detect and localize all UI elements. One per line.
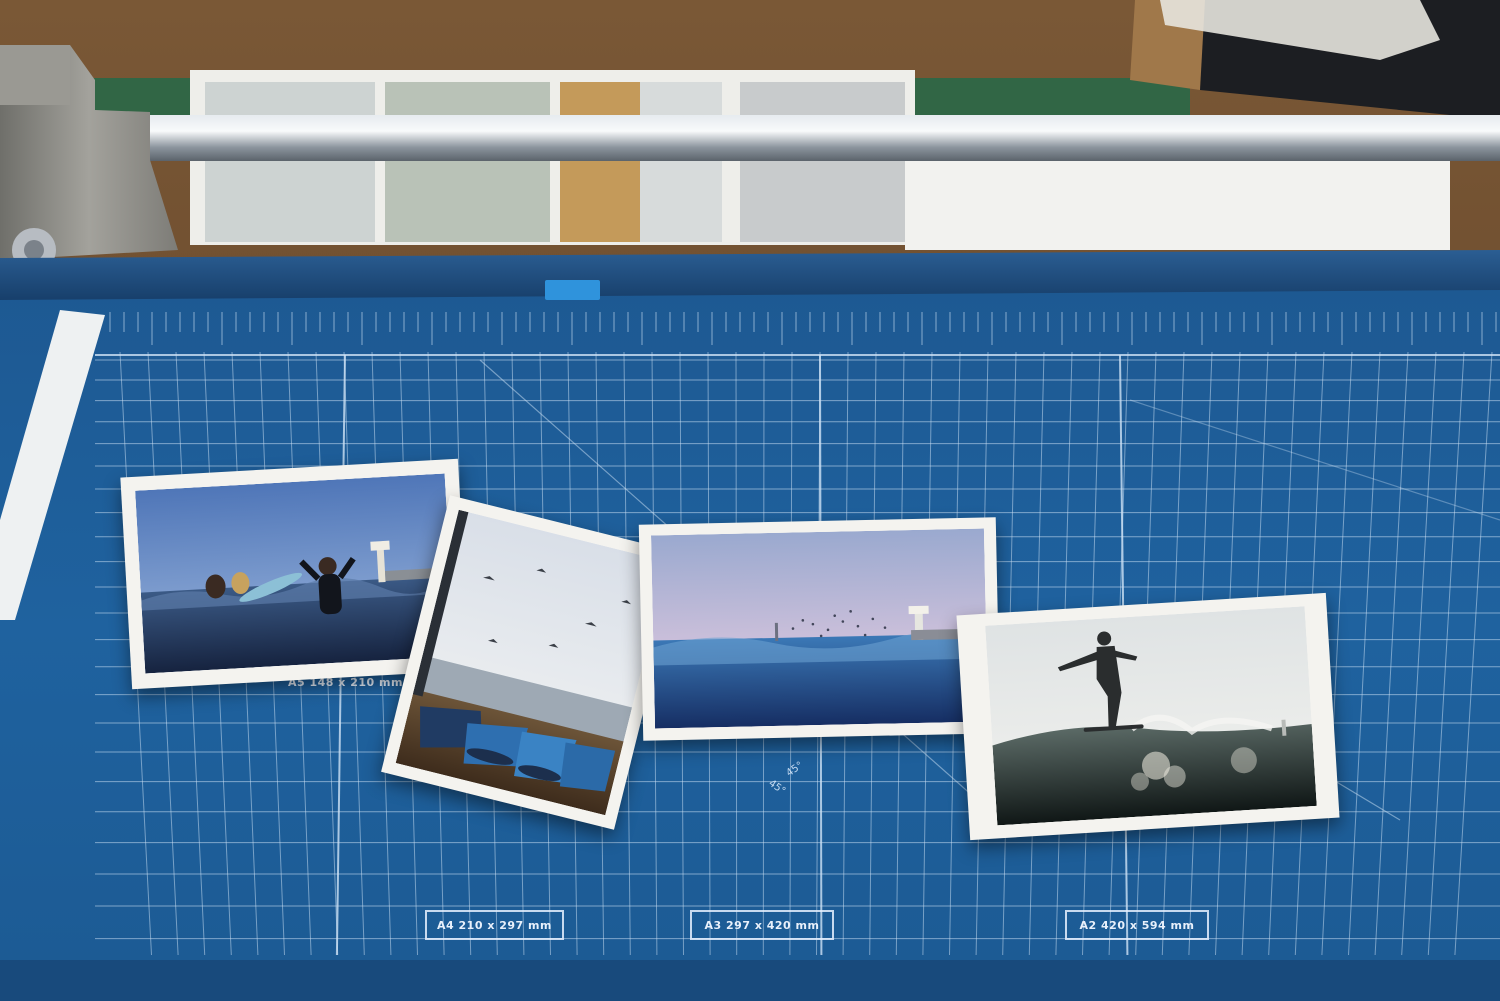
photo-twilight-image (651, 528, 988, 729)
photo-longboard-image (985, 606, 1317, 826)
label-a3: A3 297 x 420 mm (690, 910, 834, 940)
photo-scene: A5 148 x 210 mm A4 210 x 297 mm A3 297 x… (0, 0, 1500, 1001)
photo-boats-image (395, 509, 669, 816)
label-a4: A4 210 x 297 mm (425, 910, 564, 940)
photo-twilight (638, 517, 1001, 741)
label-a2: A2 420 x 594 mm (1065, 910, 1209, 940)
cutting-rail (140, 115, 1500, 161)
photo-longboard (956, 592, 1340, 841)
tape-marker (545, 280, 600, 300)
photo-surfers-image (135, 473, 455, 674)
